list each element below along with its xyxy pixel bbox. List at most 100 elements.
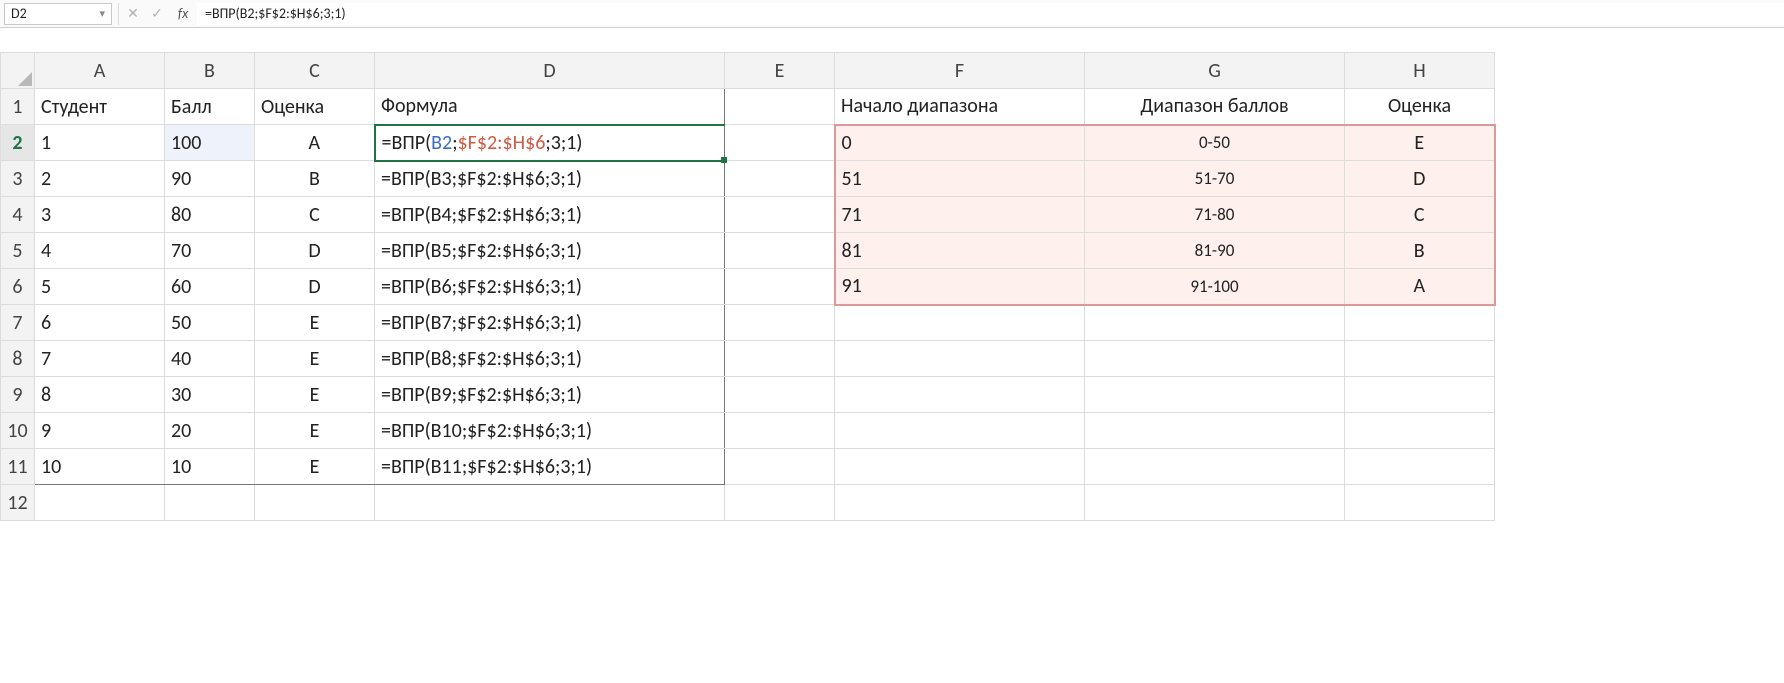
cell-G6[interactable]: 91-100 bbox=[1085, 269, 1345, 305]
cell-C4[interactable]: C bbox=[255, 197, 375, 233]
cell-F6[interactable]: 91 bbox=[835, 269, 1085, 305]
cell-C3[interactable]: B bbox=[255, 161, 375, 197]
col-header-C[interactable]: C bbox=[255, 53, 375, 89]
cell-B4[interactable]: 80 bbox=[165, 197, 255, 233]
cell-E7[interactable] bbox=[725, 305, 835, 341]
cell-D2[interactable]: =ВПР(B2;$F$2:$H$6;3;1) bbox=[375, 125, 725, 161]
cell-B5[interactable]: 70 bbox=[165, 233, 255, 269]
cell-G8[interactable] bbox=[1085, 341, 1345, 377]
confirm-icon[interactable]: ✓ bbox=[145, 3, 169, 25]
cell-D5[interactable]: =ВПР(B5;$F$2:$H$6;3;1) bbox=[375, 233, 725, 269]
cell-H4[interactable]: C bbox=[1345, 197, 1495, 233]
row-header-9[interactable]: 9 bbox=[1, 377, 35, 413]
col-header-D[interactable]: D bbox=[375, 53, 725, 89]
cell-B10[interactable]: 20 bbox=[165, 413, 255, 449]
cell-H7[interactable] bbox=[1345, 305, 1495, 341]
cell-A4[interactable]: 3 bbox=[35, 197, 165, 233]
cell-E3[interactable] bbox=[725, 161, 835, 197]
row-header-11[interactable]: 11 bbox=[1, 449, 35, 485]
cell-G9[interactable] bbox=[1085, 377, 1345, 413]
col-header-G[interactable]: G bbox=[1085, 53, 1345, 89]
cell-B3[interactable]: 90 bbox=[165, 161, 255, 197]
cell-E10[interactable] bbox=[725, 413, 835, 449]
formula-input[interactable]: =ВПР(B2;$F$2:$H$6;3;1) bbox=[197, 3, 1784, 25]
cell-D1[interactable]: Формула bbox=[375, 89, 725, 125]
cell-E4[interactable] bbox=[725, 197, 835, 233]
cell-G1[interactable]: Диапазон баллов bbox=[1085, 89, 1345, 125]
cell-B1[interactable]: Балл bbox=[165, 89, 255, 125]
cell-G12[interactable] bbox=[1085, 485, 1345, 521]
cell-G11[interactable] bbox=[1085, 449, 1345, 485]
select-all-corner[interactable] bbox=[1, 53, 35, 89]
cell-H2[interactable]: E bbox=[1345, 125, 1495, 161]
cell-A2[interactable]: 1 bbox=[35, 125, 165, 161]
col-header-E[interactable]: E bbox=[725, 53, 835, 89]
cell-H5[interactable]: B bbox=[1345, 233, 1495, 269]
cell-E8[interactable] bbox=[725, 341, 835, 377]
chevron-down-icon[interactable]: ▾ bbox=[99, 7, 105, 20]
cell-B12[interactable] bbox=[165, 485, 255, 521]
fx-icon[interactable]: fx bbox=[169, 5, 197, 22]
cell-H6[interactable]: A bbox=[1345, 269, 1495, 305]
cell-B6[interactable]: 60 bbox=[165, 269, 255, 305]
cell-C9[interactable]: E bbox=[255, 377, 375, 413]
cell-F3[interactable]: 51 bbox=[835, 161, 1085, 197]
cell-C5[interactable]: D bbox=[255, 233, 375, 269]
cell-A7[interactable]: 6 bbox=[35, 305, 165, 341]
cell-G10[interactable] bbox=[1085, 413, 1345, 449]
col-header-H[interactable]: H bbox=[1345, 53, 1495, 89]
cell-C10[interactable]: E bbox=[255, 413, 375, 449]
cell-A3[interactable]: 2 bbox=[35, 161, 165, 197]
cell-F11[interactable] bbox=[835, 449, 1085, 485]
cell-D9[interactable]: =ВПР(B9;$F$2:$H$6;3;1) bbox=[375, 377, 725, 413]
cell-E11[interactable] bbox=[725, 449, 835, 485]
col-header-B[interactable]: B bbox=[165, 53, 255, 89]
cell-F7[interactable] bbox=[835, 305, 1085, 341]
cell-H1[interactable]: Оценка bbox=[1345, 89, 1495, 125]
cell-E2[interactable] bbox=[725, 125, 835, 161]
cell-D10[interactable]: =ВПР(B10;$F$2:$H$6;3;1) bbox=[375, 413, 725, 449]
cell-B8[interactable]: 40 bbox=[165, 341, 255, 377]
cell-H3[interactable]: D bbox=[1345, 161, 1495, 197]
cell-H10[interactable] bbox=[1345, 413, 1495, 449]
cell-D7[interactable]: =ВПР(B7;$F$2:$H$6;3;1) bbox=[375, 305, 725, 341]
row-header-4[interactable]: 4 bbox=[1, 197, 35, 233]
cell-G4[interactable]: 71-80 bbox=[1085, 197, 1345, 233]
cancel-icon[interactable]: ✕ bbox=[121, 3, 145, 25]
cell-F4[interactable]: 71 bbox=[835, 197, 1085, 233]
cell-F8[interactable] bbox=[835, 341, 1085, 377]
cell-C6[interactable]: D bbox=[255, 269, 375, 305]
row-header-7[interactable]: 7 bbox=[1, 305, 35, 341]
cell-A11[interactable]: 10 bbox=[35, 449, 165, 485]
cell-A6[interactable]: 5 bbox=[35, 269, 165, 305]
row-header-1[interactable]: 1 bbox=[1, 89, 35, 125]
cell-H9[interactable] bbox=[1345, 377, 1495, 413]
cell-H8[interactable] bbox=[1345, 341, 1495, 377]
cell-D6[interactable]: =ВПР(B6;$F$2:$H$6;3;1) bbox=[375, 269, 725, 305]
cell-F12[interactable] bbox=[835, 485, 1085, 521]
col-header-A[interactable]: A bbox=[35, 53, 165, 89]
row-header-6[interactable]: 6 bbox=[1, 269, 35, 305]
cell-F9[interactable] bbox=[835, 377, 1085, 413]
col-header-F[interactable]: F bbox=[835, 53, 1085, 89]
cell-F2[interactable]: 0 bbox=[835, 125, 1085, 161]
cell-D11[interactable]: =ВПР(B11;$F$2:$H$6;3;1) bbox=[375, 449, 725, 485]
cell-E5[interactable] bbox=[725, 233, 835, 269]
cell-B11[interactable]: 10 bbox=[165, 449, 255, 485]
cell-A12[interactable] bbox=[35, 485, 165, 521]
cell-D12[interactable] bbox=[375, 485, 725, 521]
cell-F10[interactable] bbox=[835, 413, 1085, 449]
cell-C7[interactable]: E bbox=[255, 305, 375, 341]
row-header-8[interactable]: 8 bbox=[1, 341, 35, 377]
cell-A1[interactable]: Студент bbox=[35, 89, 165, 125]
cell-A5[interactable]: 4 bbox=[35, 233, 165, 269]
row-header-3[interactable]: 3 bbox=[1, 161, 35, 197]
cell-B9[interactable]: 30 bbox=[165, 377, 255, 413]
cell-G7[interactable] bbox=[1085, 305, 1345, 341]
cell-D8[interactable]: =ВПР(B8;$F$2:$H$6;3;1) bbox=[375, 341, 725, 377]
cell-D3[interactable]: =ВПР(B3;$F$2:$H$6;3;1) bbox=[375, 161, 725, 197]
cell-F5[interactable]: 81 bbox=[835, 233, 1085, 269]
cell-C11[interactable]: E bbox=[255, 449, 375, 485]
cell-E9[interactable] bbox=[725, 377, 835, 413]
cell-H11[interactable] bbox=[1345, 449, 1495, 485]
